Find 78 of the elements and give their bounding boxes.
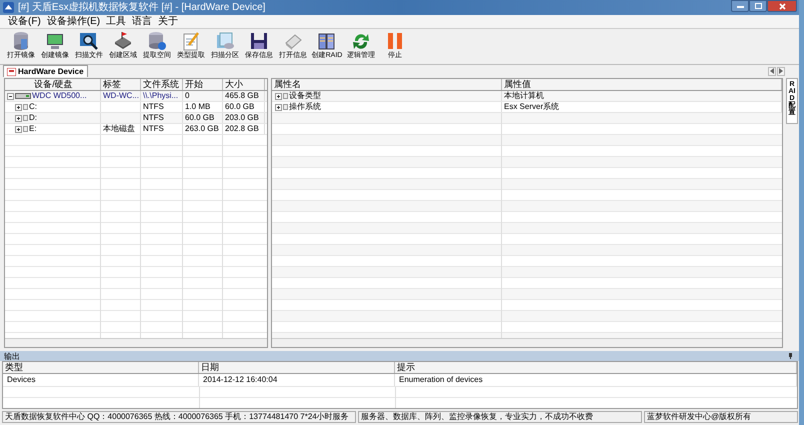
tab-label: HardWare Device xyxy=(18,67,84,76)
magnifier-icon xyxy=(79,31,99,51)
menu-item[interactable]: 关于 xyxy=(158,16,178,28)
table-cell: D: xyxy=(29,113,37,123)
column-header[interactable]: 设备/硬盘 xyxy=(5,79,101,90)
status-text: 天盾数据恢复软件中心 QQ：4000076365 热线：4000076365 手机：13774481470 7*24小时服务 xyxy=(2,411,356,423)
hard-drive-icon xyxy=(15,93,31,99)
right-arrow-icon xyxy=(779,68,783,74)
window-title: [#] 天盾Esx虚拟机数据恢复软件 [#] - [HardWare Device] xyxy=(18,2,266,14)
table-cell: 1.0 MB xyxy=(185,102,210,112)
status-text: 蓝梦软件研发中心@版权所有 xyxy=(644,411,798,423)
panel-title: 输出 xyxy=(4,350,20,362)
scroll-right-button[interactable] xyxy=(777,66,785,76)
expand-icon[interactable] xyxy=(275,104,282,110)
table-cell: 本地磁盘 xyxy=(103,124,135,134)
app-icon xyxy=(3,2,14,13)
table-cell: NTFS xyxy=(143,102,164,112)
menu-item[interactable]: 语言 xyxy=(132,16,152,28)
table-cell: 操作系统 xyxy=(289,102,321,112)
menu-item[interactable]: 工具 xyxy=(106,16,126,28)
expand-icon[interactable] xyxy=(275,92,282,100)
menu-item[interactable]: 设备(F) xyxy=(8,16,41,28)
table-cell: NTFS xyxy=(143,124,164,134)
device-icon xyxy=(7,68,16,76)
column-header[interactable]: 类型 xyxy=(3,362,199,373)
table-cell: 202.8 GB xyxy=(225,124,259,134)
book-icon xyxy=(317,31,337,51)
status-text: 服务器、数据库、阵列、监控录像恢复，专业实力，不成功不收费 xyxy=(358,411,642,423)
monitor-icon xyxy=(45,31,65,51)
disk-icon xyxy=(147,31,167,51)
column-header[interactable]: 大小 xyxy=(223,79,265,90)
menu-item[interactable]: 设备操作(E) xyxy=(46,16,100,28)
table-cell: Enumeration of devices xyxy=(399,375,483,385)
database-icon xyxy=(11,31,31,51)
table-cell: 60.0 GB xyxy=(185,113,214,123)
column-header[interactable]: 提示 xyxy=(395,362,797,373)
table-cell: 设备类型 xyxy=(289,91,321,101)
table-cell: WDC WD500... xyxy=(32,91,87,101)
horizontal-scrollbar[interactable] xyxy=(5,338,267,347)
expand-icon[interactable] xyxy=(15,104,22,110)
pin-icon[interactable] xyxy=(788,353,793,359)
minimize-button[interactable] xyxy=(731,0,749,12)
document-tab[interactable]: HardWare Device xyxy=(3,65,88,77)
column-header[interactable]: 开始 xyxy=(183,79,223,90)
table-cell: 465.8 GB xyxy=(225,91,259,101)
table-cell: 60.0 GB xyxy=(225,102,254,112)
column-header[interactable]: 属性名 xyxy=(272,79,502,90)
table-cell: 本地计算机 xyxy=(504,91,544,101)
document-icon xyxy=(215,31,235,51)
table-cell: Esx Server系统 xyxy=(504,102,560,112)
table-cell: NTFS xyxy=(143,113,164,123)
table-cell: 2014-12-12 16:40:04 xyxy=(203,375,278,385)
table-cell: C: xyxy=(29,102,37,112)
scroll-left-button[interactable] xyxy=(768,66,776,76)
column-header[interactable]: 文件系统 xyxy=(141,79,183,90)
table-cell: 0 xyxy=(185,91,190,101)
column-header[interactable]: 标签 xyxy=(101,79,141,90)
close-button[interactable] xyxy=(767,0,797,12)
column-header[interactable]: 属性值 xyxy=(502,79,782,90)
table-cell: Devices xyxy=(7,375,36,385)
maximize-button[interactable] xyxy=(749,0,767,12)
table-cell: WD-WC... xyxy=(103,91,139,101)
close-icon xyxy=(778,2,786,10)
recycle-icon xyxy=(351,31,371,51)
left-arrow-icon xyxy=(770,68,774,74)
pause-icon xyxy=(385,31,405,51)
notepad-icon xyxy=(181,31,201,51)
column-header[interactable]: 日期 xyxy=(199,362,395,373)
minimize-icon xyxy=(736,4,744,8)
expand-icon[interactable] xyxy=(15,114,22,122)
expand-icon[interactable] xyxy=(15,126,22,132)
table-cell: E: xyxy=(29,124,37,134)
horizontal-scrollbar[interactable] xyxy=(272,338,782,347)
table-cell: 263.0 GB xyxy=(185,124,219,134)
table-cell: \\.\Physi... xyxy=(143,91,178,101)
collapse-icon[interactable] xyxy=(7,92,14,100)
table-cell: 203.0 GB xyxy=(225,113,259,123)
maximize-icon xyxy=(754,3,762,9)
